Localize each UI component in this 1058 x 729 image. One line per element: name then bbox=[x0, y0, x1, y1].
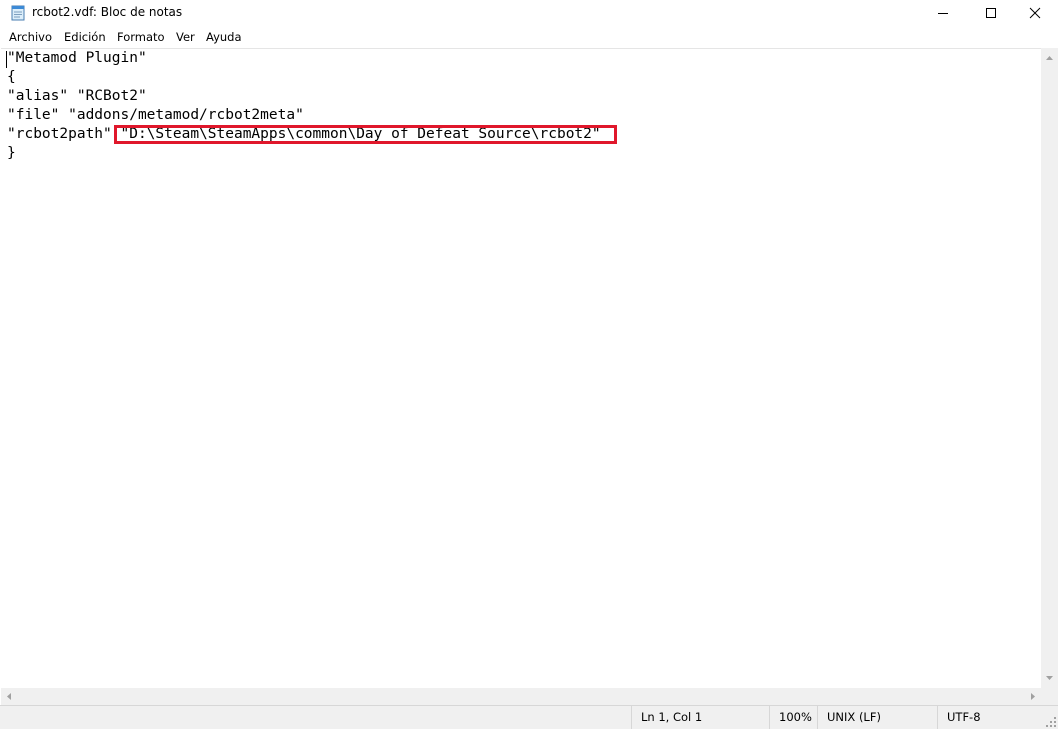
scroll-right-icon[interactable] bbox=[1031, 693, 1035, 700]
minimize-icon bbox=[938, 13, 948, 14]
editor-line: "Metamod Plugin" bbox=[7, 50, 147, 66]
notepad-icon bbox=[10, 5, 26, 21]
status-encoding: UTF-8 bbox=[937, 706, 1058, 729]
maximize-button[interactable] bbox=[968, 0, 1014, 26]
menu-formato[interactable]: Formato bbox=[117, 30, 165, 44]
status-zoom-text: 100% bbox=[779, 710, 812, 724]
menu-edicion[interactable]: Edición bbox=[64, 30, 106, 44]
menu-archivo[interactable]: Archivo bbox=[9, 30, 52, 44]
window-title: rcbot2.vdf: Bloc de notas bbox=[32, 5, 183, 19]
vertical-scrollbar[interactable] bbox=[1041, 48, 1058, 688]
scroll-down-icon[interactable] bbox=[1046, 676, 1053, 680]
title-bar[interactable]: rcbot2.vdf: Bloc de notas bbox=[0, 0, 1058, 26]
close-button[interactable] bbox=[1012, 0, 1058, 26]
maximize-icon bbox=[986, 8, 996, 18]
scroll-left-icon[interactable] bbox=[7, 693, 11, 700]
status-position: Ln 1, Col 1 bbox=[631, 706, 770, 729]
text-editor[interactable]: "Metamod Plugin" { "alias" "RCBot2" "fil… bbox=[1, 48, 1041, 689]
status-position-text: Ln 1, Col 1 bbox=[641, 710, 703, 724]
editor-line: } bbox=[7, 145, 16, 161]
scroll-up-icon[interactable] bbox=[1046, 56, 1053, 60]
menu-ver[interactable]: Ver bbox=[176, 30, 195, 44]
editor-line: "file" "addons/metamod/rcbot2meta" bbox=[7, 107, 304, 123]
resize-grip-icon[interactable] bbox=[1046, 717, 1056, 727]
minimize-button[interactable] bbox=[920, 0, 966, 26]
path-highlight-box bbox=[114, 125, 617, 144]
editor-line: "alias" "RCBot2" bbox=[7, 88, 147, 104]
editor-line: { bbox=[7, 69, 16, 85]
status-encoding-text: UTF-8 bbox=[947, 710, 981, 724]
menu-ayuda[interactable]: Ayuda bbox=[206, 30, 242, 44]
status-line-ending: UNIX (LF) bbox=[817, 706, 938, 729]
horizontal-scrollbar[interactable] bbox=[1, 688, 1041, 705]
scrollbar-corner bbox=[1041, 688, 1058, 705]
status-line-ending-text: UNIX (LF) bbox=[827, 710, 881, 724]
close-icon bbox=[1029, 7, 1041, 19]
menu-bar: Archivo Edición Formato Ver Ayuda bbox=[0, 27, 1058, 48]
status-zoom: 100% bbox=[769, 706, 818, 729]
status-bar: Ln 1, Col 1 100% UNIX (LF) UTF-8 bbox=[0, 705, 1058, 729]
